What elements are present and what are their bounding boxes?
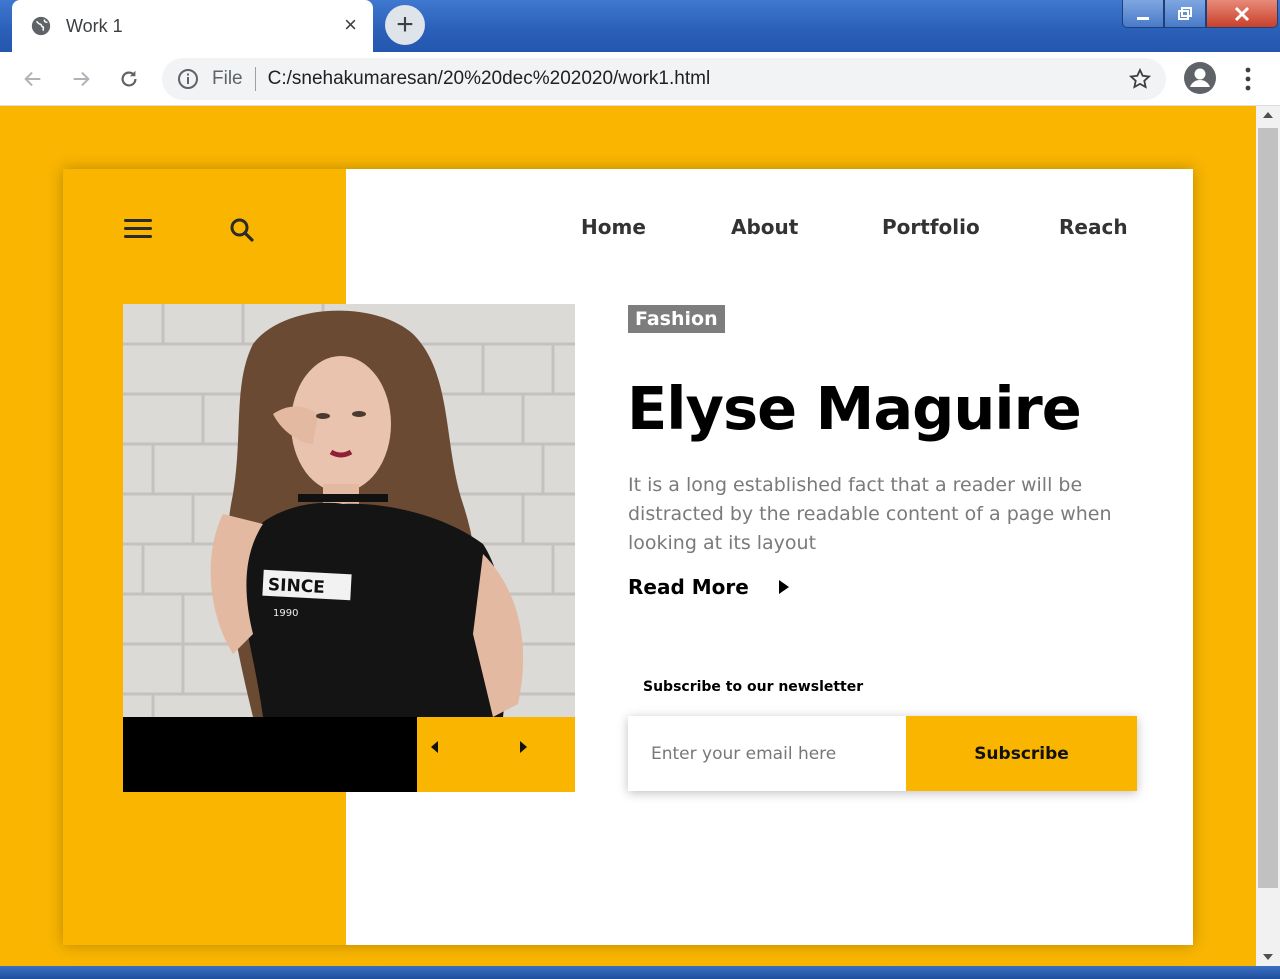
shirt-print-year: 1990 — [273, 608, 298, 619]
page-title: Elyse Maguire — [627, 374, 1082, 443]
description-text: It is a long established fact that a rea… — [628, 474, 1112, 554]
url-separator — [254, 67, 256, 91]
read-more-link[interactable]: Read More — [628, 575, 789, 599]
search-icon[interactable] — [229, 217, 255, 243]
model-illustration: SINCE 1990 — [123, 304, 575, 717]
scrollbar-thumb[interactable] — [1258, 128, 1278, 888]
nav-portfolio[interactable]: Portfolio — [882, 215, 980, 239]
url-text[interactable]: C:/snehakumaresan/20%20dec%202020/work1.… — [268, 68, 711, 90]
category-badge: Fashion — [628, 305, 725, 333]
slider-controls — [417, 717, 575, 792]
hamburger-line — [124, 219, 152, 222]
os-taskbar — [0, 966, 1280, 979]
globe-icon — [31, 16, 51, 36]
url-scheme-label: File — [212, 68, 243, 89]
photo-caption-block — [123, 717, 417, 792]
tab-title: Work 1 — [66, 15, 123, 36]
browser-toolbar: File C:/snehakumaresan/20%20dec%202020/w… — [0, 52, 1280, 106]
browser-title-bar: Work 1 × + — [0, 0, 1280, 52]
email-field[interactable] — [628, 716, 906, 791]
tab-close-icon[interactable]: × — [344, 14, 357, 36]
restore-icon — [1178, 6, 1192, 20]
window-controls — [1122, 0, 1278, 28]
hamburger-line — [124, 227, 152, 230]
address-bar[interactable]: File C:/snehakumaresan/20%20dec%202020/w… — [162, 58, 1166, 100]
minimize-icon — [1137, 16, 1149, 20]
choker-shape — [298, 494, 388, 502]
nav-about[interactable]: About — [731, 215, 798, 239]
minimize-button[interactable] — [1122, 0, 1164, 28]
vertical-scrollbar[interactable] — [1256, 106, 1280, 966]
model-photo: SINCE 1990 — [123, 304, 575, 717]
newsletter-form: Subscribe — [628, 716, 1137, 791]
scroll-down-icon[interactable] — [1263, 954, 1273, 960]
photo-controls-bar — [123, 717, 575, 792]
hamburger-icon[interactable] — [124, 219, 152, 239]
new-tab-button[interactable]: + — [385, 5, 425, 45]
hamburger-line — [124, 235, 152, 238]
read-more-label: Read More — [628, 575, 749, 599]
newsletter-label: Subscribe to our newsletter — [643, 679, 864, 695]
window-close-button[interactable] — [1206, 0, 1278, 28]
subscribe-button[interactable]: Subscribe — [906, 716, 1137, 791]
play-triangle-icon — [778, 580, 789, 594]
profile-icon[interactable] — [1183, 61, 1217, 95]
nav-home[interactable]: Home — [581, 215, 646, 239]
back-icon — [24, 71, 41, 87]
reload-icon — [121, 70, 137, 87]
forward-icon — [73, 71, 90, 87]
reload-button[interactable] — [114, 64, 144, 94]
scroll-up-icon[interactable] — [1263, 112, 1273, 118]
kebab-menu-icon[interactable] — [1238, 65, 1258, 93]
star-icon[interactable] — [1128, 67, 1152, 91]
forward-button[interactable] — [66, 64, 96, 94]
restore-button[interactable] — [1164, 0, 1206, 28]
arrow-left-icon[interactable] — [431, 741, 438, 753]
browser-tab[interactable]: Work 1 × — [12, 0, 373, 52]
arrow-right-icon[interactable] — [520, 741, 527, 753]
info-icon[interactable] — [176, 67, 200, 91]
nav-reach[interactable]: Reach — [1059, 215, 1128, 239]
window-close-icon — [1234, 6, 1250, 21]
hero-card: Home About Portfolio Reach SINCE 1990 Fa… — [63, 169, 1193, 945]
shirt-print-text: SINCE — [267, 575, 325, 598]
page-viewport: Home About Portfolio Reach SINCE 1990 Fa… — [0, 106, 1256, 966]
back-button[interactable] — [18, 64, 48, 94]
